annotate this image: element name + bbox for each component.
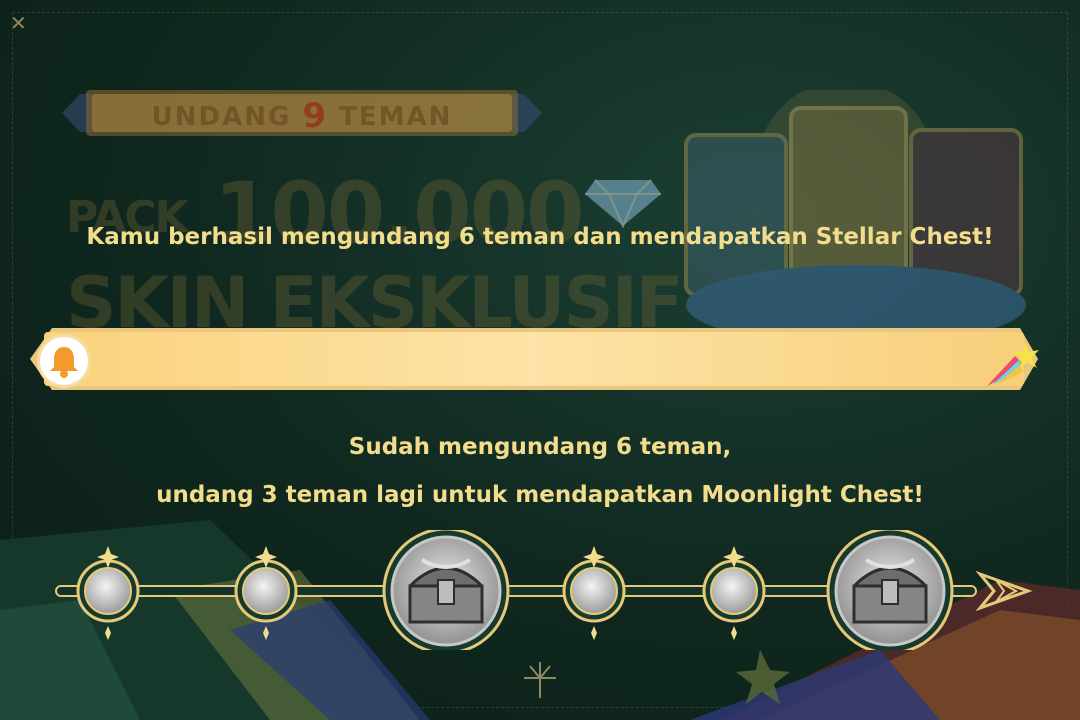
bell-icon xyxy=(50,347,78,378)
invite-banner: UNDANG 9 TEMAN xyxy=(62,88,542,138)
firework-icon xyxy=(524,662,556,698)
close-icon[interactable]: ✕ xyxy=(10,12,36,34)
status-line-1: Sudah mengundang 6 teman, xyxy=(348,434,732,460)
chest-milestone-stellar[interactable] xyxy=(382,530,510,650)
success-message: Kamu berhasil mengundang 6 teman dan men… xyxy=(86,224,994,250)
status-line-2: undang 3 teman lagi untuk mendapatkan Mo… xyxy=(156,482,924,508)
rocket-icon xyxy=(987,342,1039,386)
milestone-node-3 xyxy=(562,546,626,640)
progress-bar-shape xyxy=(30,328,1038,390)
diamond-icon xyxy=(585,179,661,228)
hero-cards-art xyxy=(684,90,1026,340)
milestone-node-2 xyxy=(234,546,298,640)
bell-badge xyxy=(40,337,88,385)
invite-progress-bar xyxy=(30,326,1040,392)
banner-title: UNDANG 9 TEMAN xyxy=(151,96,453,136)
milestone-node-4 xyxy=(702,546,766,640)
milestone-track xyxy=(55,530,1033,650)
milestone-node-1 xyxy=(76,546,140,640)
track-arrow-end xyxy=(975,570,1033,612)
chest-milestone-moonlight[interactable] xyxy=(826,530,954,650)
